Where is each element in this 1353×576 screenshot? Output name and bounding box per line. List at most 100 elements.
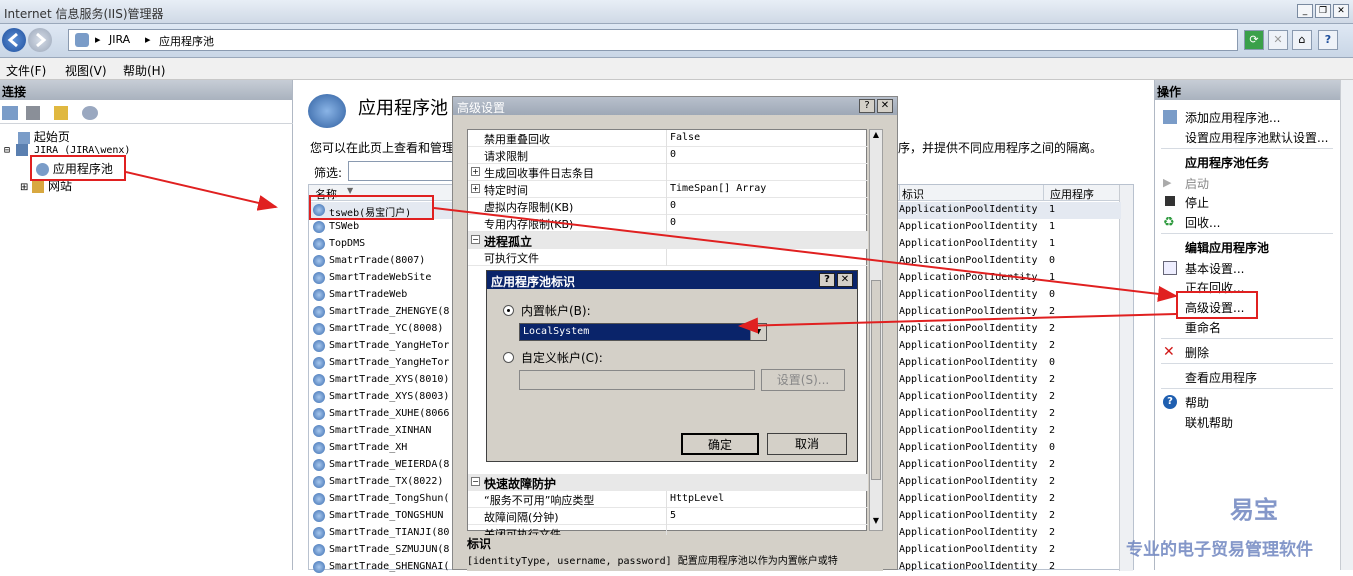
action-rename[interactable]: 重命名	[1185, 319, 1221, 336]
builtin-account-radio[interactable]	[503, 305, 514, 316]
app-pool-row-icon	[313, 374, 325, 386]
property-row[interactable]: + 生成回收事件日志条目	[468, 164, 868, 181]
property-row[interactable]: 请求限制 0	[468, 147, 868, 164]
property-value: 0	[670, 200, 677, 211]
property-value: 0	[670, 217, 677, 228]
dropdown-arrow-icon[interactable]: ▼	[750, 324, 766, 340]
up-icon[interactable]	[54, 106, 68, 120]
builtin-account-select[interactable]: LocalSystem ▼	[519, 323, 767, 341]
identity-help-icon[interactable]: ?	[819, 273, 835, 287]
window-scrollbar[interactable]	[1340, 80, 1353, 570]
property-row[interactable]: “服务不可用”响应类型 HttpLevel	[468, 491, 868, 508]
pool-identity: ApplicationPoolIdentity	[899, 238, 1038, 249]
builtin-account-label: 内置帐户(B):	[521, 304, 591, 318]
custom-account-radio[interactable]	[503, 352, 514, 363]
window-title-bar: Internet 信息服务(IIS)管理器 _ ❐ ✕	[0, 0, 1353, 24]
property-row[interactable]: 故障间隔(分钟) 5	[468, 508, 868, 525]
forward-button[interactable]	[28, 28, 52, 52]
stop-square-icon	[1165, 196, 1175, 206]
dialog-help-icon[interactable]: ?	[859, 99, 875, 113]
connect-icon[interactable]	[2, 106, 18, 120]
action-start[interactable]: 启动	[1185, 175, 1209, 192]
expand-icon[interactable]: +	[471, 167, 480, 176]
pool-name: SmartTrade_TIANJI(80	[329, 527, 450, 538]
home-icon[interactable]: ⌂	[1292, 30, 1312, 50]
scroll-down-icon[interactable]: ▼	[870, 516, 882, 530]
identity-dialog-title-bar: 应用程序池标识 ? ✕	[487, 271, 857, 289]
property-row[interactable]: 禁用重叠回收 False	[468, 130, 868, 147]
disconnect-icon[interactable]	[82, 106, 98, 120]
pool-app-count: 0	[1049, 357, 1056, 368]
scroll-up-icon[interactable]: ▲	[870, 130, 882, 144]
action-set-defaults[interactable]: 设置应用程序池默认设置...	[1185, 129, 1328, 146]
action-basic-settings[interactable]: 基本设置...	[1185, 260, 1244, 277]
collapse-icon[interactable]: −	[471, 477, 480, 486]
property-row[interactable]: 可执行文件	[468, 249, 868, 266]
property-category[interactable]: − 进程孤立	[468, 232, 868, 249]
set-button: 设置(S)...	[761, 369, 845, 391]
property-key: “服务不可用”响应类型	[484, 494, 595, 507]
restore-icon[interactable]: ❐	[1315, 4, 1331, 18]
collapse-icon[interactable]: −	[471, 235, 480, 244]
property-description: 标识 [identityType, username, password] 配置…	[467, 535, 883, 571]
breadcrumb-app-pools[interactable]: 应用程序池	[159, 33, 214, 49]
filter-label: 筛选:	[314, 166, 343, 180]
menu-help[interactable]: 帮助(H)	[123, 62, 165, 79]
action-recycle[interactable]: 回收...	[1185, 214, 1220, 231]
pool-name: TopDMS	[329, 238, 366, 249]
pool-app-count: 2	[1049, 476, 1056, 487]
save-icon[interactable]	[26, 106, 40, 120]
connections-toolbar	[0, 102, 293, 124]
breadcrumb-jira[interactable]: JIRA	[109, 33, 130, 46]
identity-dialog-title: 应用程序池标识	[491, 275, 576, 289]
pool-app-count: 2	[1049, 561, 1056, 572]
pool-identity: ApplicationPoolIdentity	[899, 442, 1038, 453]
expand-icon[interactable]: +	[471, 184, 480, 193]
action-online-help[interactable]: 联机帮助	[1185, 414, 1233, 431]
back-button[interactable]	[2, 28, 26, 52]
pool-identity: ApplicationPoolIdentity	[899, 425, 1038, 436]
refresh-icon[interactable]: ⟳	[1244, 30, 1264, 50]
address-bar[interactable]: ▸ JIRA ▸ 应用程序池	[68, 29, 1238, 51]
action-help[interactable]: 帮助	[1185, 394, 1209, 411]
dialog-close-icon[interactable]: ✕	[877, 99, 893, 113]
property-row[interactable]: 专用内存限制(KB) 0	[468, 215, 868, 232]
filter-input[interactable]	[348, 161, 458, 181]
stop-icon[interactable]: ✕	[1268, 30, 1288, 50]
pool-app-count: 0	[1049, 255, 1056, 266]
action-add-pool[interactable]: 添加应用程序池...	[1185, 109, 1280, 126]
property-row[interactable]: + 特定时间 TimeSpan[] Array	[468, 181, 868, 198]
pool-name: SmartTrade_TX(8022)	[329, 476, 444, 487]
pool-identity: ApplicationPoolIdentity	[899, 204, 1038, 215]
tree-start-page[interactable]: 起始页	[18, 128, 70, 145]
help-icon[interactable]: ?	[1318, 30, 1338, 50]
pool-app-count: 2	[1049, 408, 1056, 419]
col-identity[interactable]: 标识	[899, 185, 1043, 201]
add-pool-icon	[1163, 110, 1177, 124]
action-stop[interactable]: 停止	[1185, 194, 1209, 211]
identity-close-icon[interactable]: ✕	[837, 273, 853, 287]
property-grid-scrollbar[interactable]: ▲ ▼	[869, 129, 883, 531]
menu-file[interactable]: 文件(F)	[6, 62, 46, 79]
grid-scrollbar[interactable]	[1119, 185, 1133, 571]
property-category[interactable]: − 快速故障防护	[468, 474, 868, 491]
minimize-icon[interactable]: _	[1297, 4, 1313, 18]
pool-name: SmartTrade_XYS(8010)	[329, 374, 450, 385]
col-apps[interactable]: 应用程序	[1043, 185, 1121, 201]
menu-view[interactable]: 视图(V)	[65, 62, 107, 79]
pool-app-count: 2	[1049, 544, 1056, 555]
property-row[interactable]: 虚拟内存限制(KB) 0	[468, 198, 868, 215]
pool-name: SmartTrade_YangHeTor	[329, 357, 450, 368]
forward-arrow-icon	[36, 32, 47, 48]
cancel-button[interactable]: 取消	[767, 433, 847, 455]
ok-button[interactable]: 确定	[681, 433, 759, 455]
annotation-box-tsweb	[309, 195, 434, 220]
scroll-thumb[interactable]	[871, 280, 881, 480]
collapse-icon[interactable]: ⊟	[4, 145, 10, 156]
expand-icon[interactable]: ⊞	[20, 182, 28, 193]
action-delete[interactable]: 删除	[1185, 344, 1209, 361]
action-view-apps[interactable]: 查看应用程序	[1185, 369, 1257, 386]
pool-name: SmartTrade_ZHENGYE(8	[329, 306, 450, 317]
close-icon[interactable]: ✕	[1333, 4, 1349, 18]
property-key: 特定时间	[484, 184, 528, 197]
